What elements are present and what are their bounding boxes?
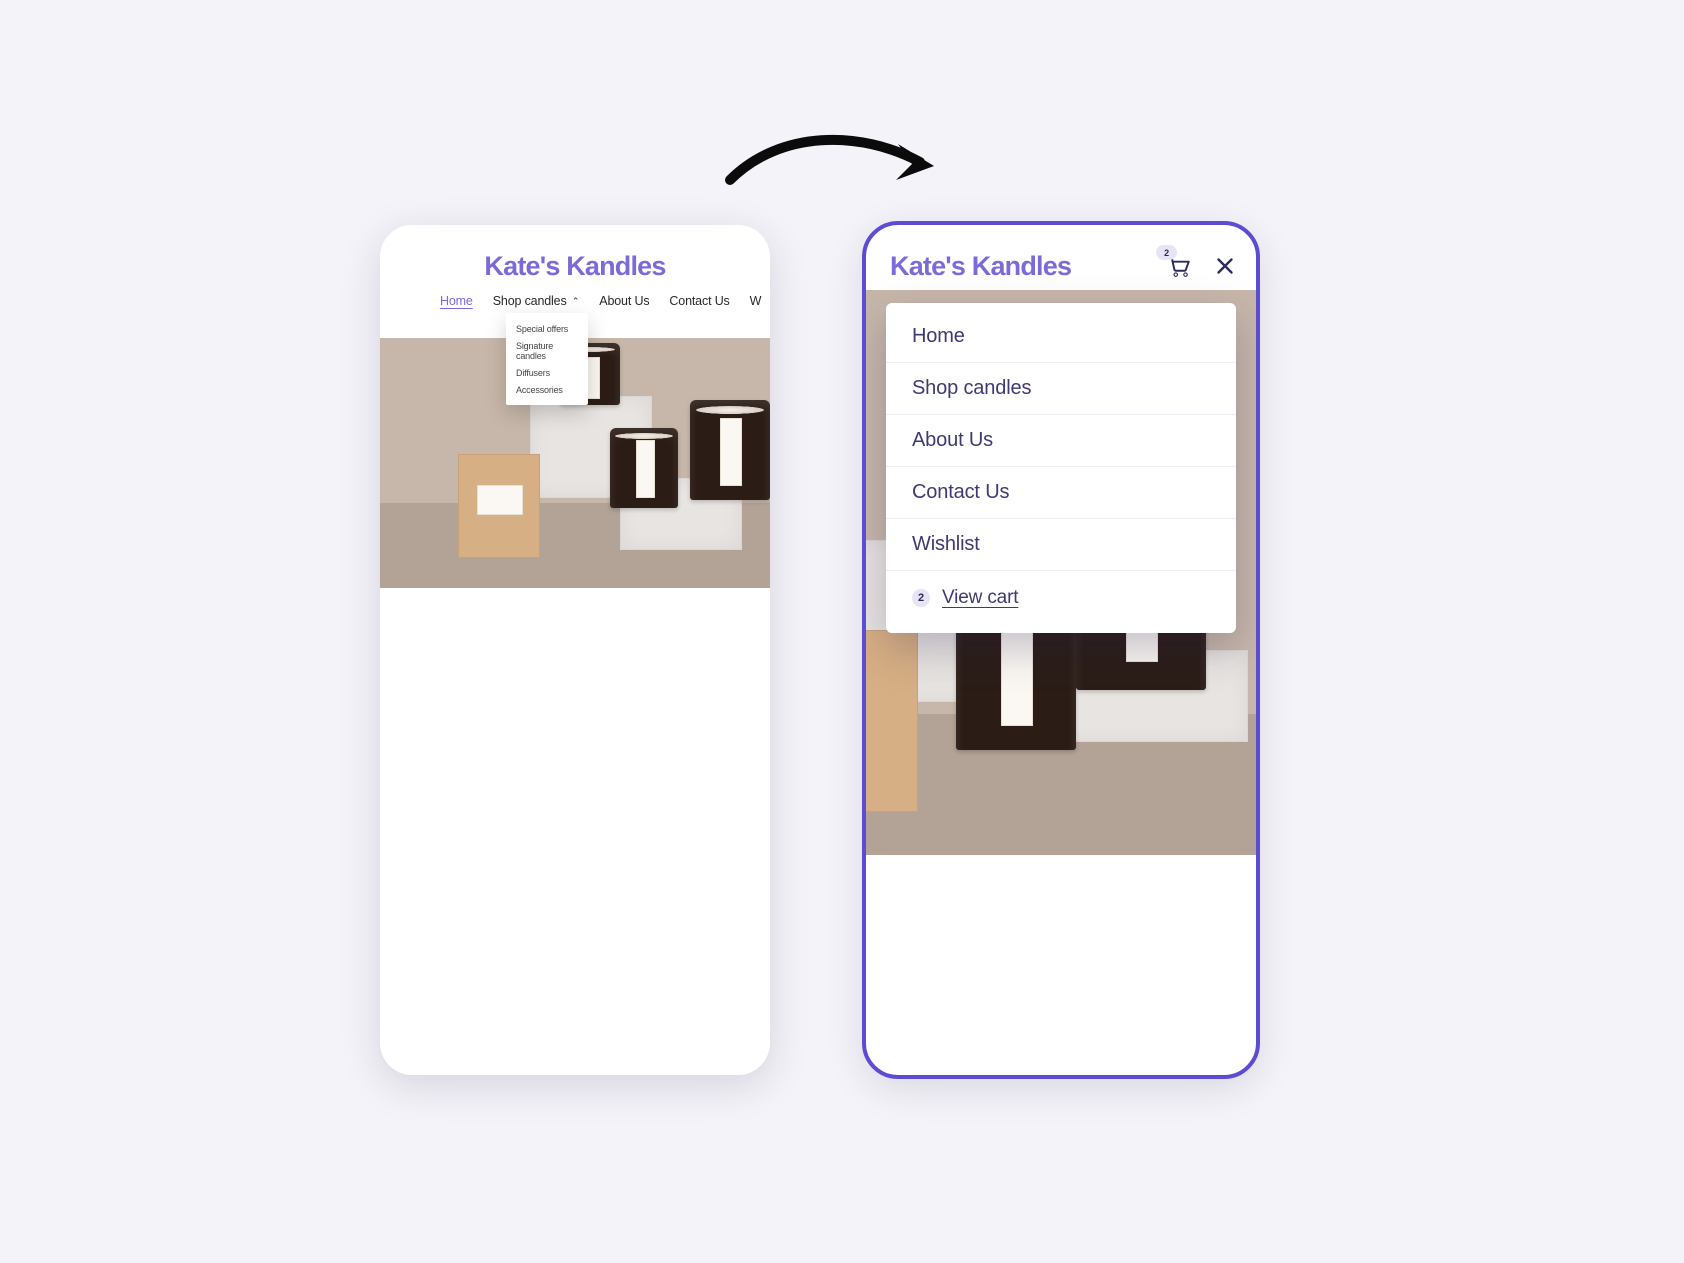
- shop-candles-dropdown: Special offers Signature candles Diffuse…: [506, 313, 588, 405]
- chevron-up-icon: ⌃: [572, 296, 579, 307]
- transition-arrow-icon: [720, 120, 950, 200]
- menu-item-wishlist[interactable]: Wishlist: [886, 519, 1236, 571]
- mockup-device-before: Kate's Kandles Home Shop candles ⌃ About…: [380, 225, 770, 1075]
- menu-item-contact[interactable]: Contact Us: [886, 467, 1236, 519]
- menu-item-shop-candles[interactable]: Shop candles: [886, 363, 1236, 415]
- dropdown-item-diffusers[interactable]: Diffusers: [506, 364, 588, 381]
- nav-link-home[interactable]: Home: [440, 294, 473, 308]
- dropdown-item-special-offers[interactable]: Special offers: [506, 320, 588, 337]
- menu-item-view-cart[interactable]: 2 View cart: [886, 571, 1236, 627]
- cart-button[interactable]: 2: [1166, 253, 1192, 279]
- mobile-nav-menu: Home Shop candles About Us Contact Us Wi…: [886, 303, 1236, 633]
- dropdown-item-accessories[interactable]: Accessories: [506, 381, 588, 398]
- cart-badge: 2: [912, 589, 930, 607]
- nav-link-wishlist-truncated[interactable]: W: [750, 294, 762, 308]
- view-cart-label: View cart: [942, 587, 1018, 609]
- close-icon: [1212, 253, 1238, 279]
- nav-link-shop-candles[interactable]: Shop candles ⌃: [493, 294, 580, 308]
- nav-link-contact[interactable]: Contact Us: [669, 294, 729, 308]
- nav-link-shop-label: Shop candles: [493, 294, 567, 308]
- brand-title: Kate's Kandles: [380, 225, 770, 294]
- cart-badge: 2: [1156, 245, 1177, 260]
- nav-link-about[interactable]: About Us: [599, 294, 649, 308]
- close-menu-button[interactable]: [1212, 253, 1238, 279]
- menu-item-about[interactable]: About Us: [886, 415, 1236, 467]
- mockup-device-after: Kate's Kandles 2 Ho: [866, 225, 1256, 1075]
- menu-item-home[interactable]: Home: [886, 309, 1236, 363]
- dropdown-item-signature-candles[interactable]: Signature candles: [506, 337, 588, 364]
